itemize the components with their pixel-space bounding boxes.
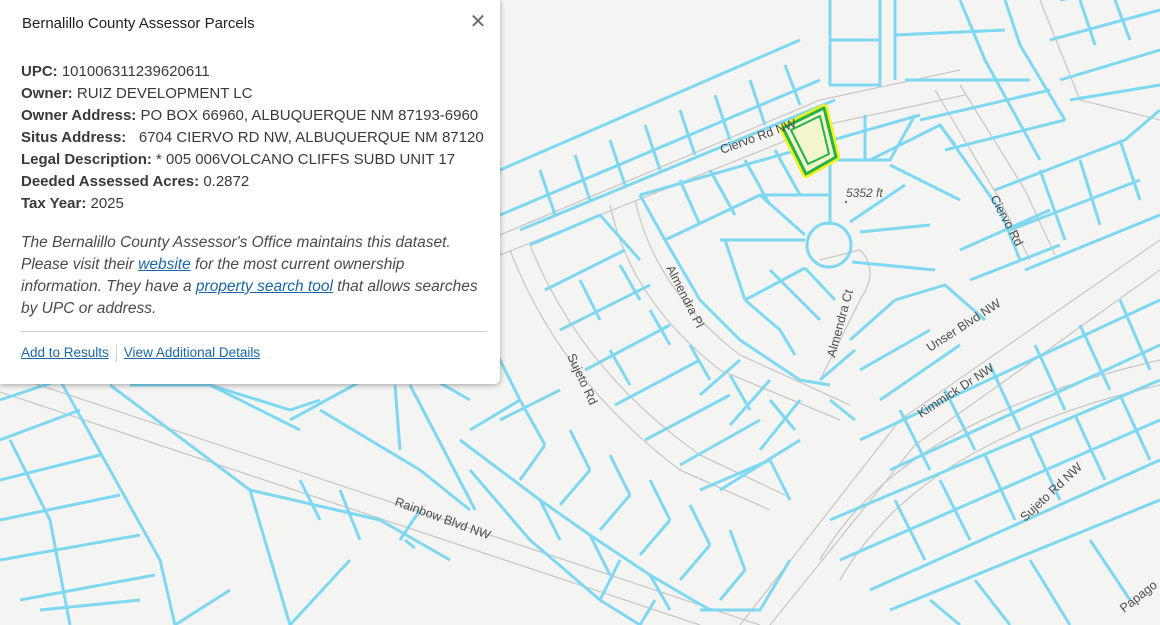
view-additional-details-link[interactable]: View Additional Details <box>124 345 260 360</box>
attribute-label: UPC: <box>21 63 58 80</box>
popup-title: Bernalillo County Assessor Parcels <box>22 15 255 32</box>
attribute-row: Owner Address: PO BOX 66960, ALBUQUERQUE… <box>21 105 484 127</box>
elevation-point <box>844 200 848 204</box>
popup-divider <box>21 331 487 332</box>
parcel-info-popup: Bernalillo County Assessor Parcels ✕ UPC… <box>0 0 500 384</box>
attribute-value: RUIZ DEVELOPMENT LC <box>72 85 253 102</box>
attribute-row: Tax Year: 2025 <box>21 193 484 215</box>
attribute-label: Tax Year: <box>21 195 87 212</box>
action-separator <box>115 344 117 363</box>
attribute-row: UPC: 101006311239620611 <box>21 61 484 83</box>
attribute-row: Situs Address: 6704 CIERVO RD NW, ALBUQU… <box>21 127 484 149</box>
attribute-label: Situs Address: <box>21 129 127 146</box>
attribute-label: Legal Description: <box>21 151 152 168</box>
popup-actions: Add to Results View Additional Details <box>21 343 260 363</box>
attribute-value: 6704 CIERVO RD NW, ALBUQUERQUE NM 87120 <box>126 129 484 146</box>
dataset-note: The Bernalillo County Assessor's Office … <box>21 232 486 320</box>
attribute-label: Deeded Assessed Acres: <box>21 173 200 190</box>
attribute-value: 2025 <box>86 195 124 212</box>
attribute-value: * 005 006VOLCANO CLIFFS SUBD UNIT 17 <box>151 151 456 168</box>
attribute-row: Owner: RUIZ DEVELOPMENT LC <box>21 83 484 105</box>
attribute-row: Deeded Assessed Acres: 0.2872 <box>21 171 484 193</box>
close-icon[interactable]: ✕ <box>468 10 488 34</box>
elevation-label: 5352 ft <box>846 186 883 200</box>
attribute-value: PO BOX 66960, ALBUQUERQUE NM 87193-6960 <box>136 107 479 124</box>
property-search-tool-link[interactable]: property search tool <box>196 278 333 295</box>
attribute-label: Owner: <box>21 85 73 102</box>
attribute-label: Owner Address: <box>21 107 137 124</box>
attribute-value: 101006311239620611 <box>57 63 210 80</box>
add-to-results-link[interactable]: Add to Results <box>21 345 109 360</box>
attribute-value: 0.2872 <box>199 173 250 190</box>
website-link[interactable]: website <box>138 256 191 273</box>
attribute-row: Legal Description: * 005 006VOLCANO CLIF… <box>21 149 484 171</box>
parcel-attributes: UPC: 101006311239620611 Owner: RUIZ DEVEL… <box>21 61 484 215</box>
